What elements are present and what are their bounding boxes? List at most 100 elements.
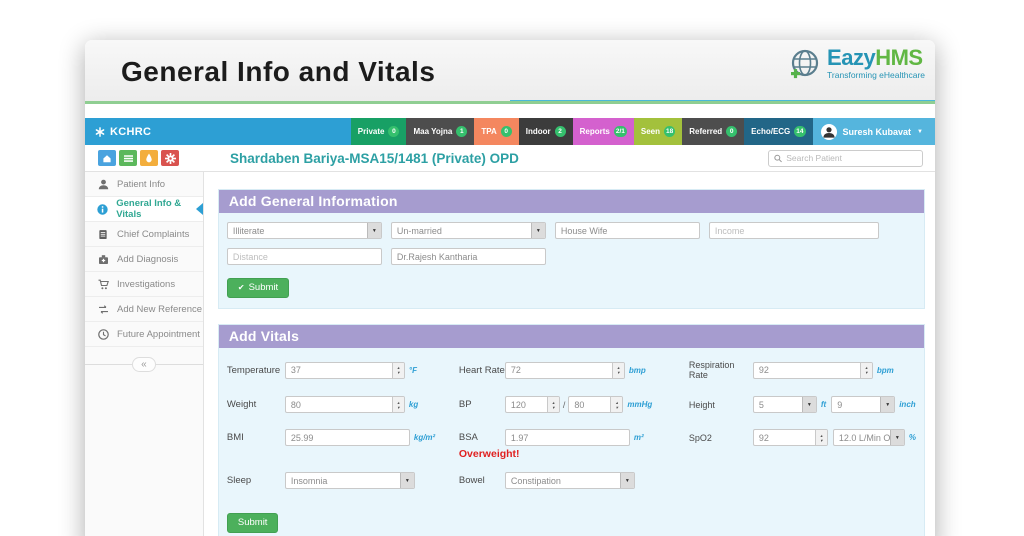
- patient-title: Shardaben Bariya-MSA15/1481 (Private) OP…: [230, 150, 519, 166]
- sidebar-item-add-diagnosis[interactable]: Add Diagnosis: [85, 247, 203, 272]
- chevron-down-icon: ▼: [399, 473, 414, 488]
- bsa-unit: m²: [633, 433, 644, 442]
- bmi-value: 25.99: [290, 432, 314, 443]
- sidebar-item-add-new-reference[interactable]: Add New Reference: [85, 297, 203, 322]
- brand-hms: HMS: [875, 45, 923, 70]
- badge-count: 0: [388, 126, 400, 137]
- education-select[interactable]: Illiterate ▼: [226, 222, 382, 239]
- spo2-input[interactable]: 92 ▴ ▾: [752, 429, 828, 446]
- heart-rate-input[interactable]: 72 ▴ ▾: [504, 361, 625, 379]
- clipboard-icon: [97, 229, 109, 240]
- exchange-icon: [97, 304, 109, 315]
- nav-badge-indoor[interactable]: Indoor 2: [518, 118, 573, 145]
- bsa-input[interactable]: 1.97: [504, 429, 630, 446]
- spo2-oxygen-select[interactable]: 12.0 L/Min Oxy ▼: [832, 429, 905, 446]
- droplet-button[interactable]: [140, 150, 158, 166]
- temperature-input[interactable]: 37 ▴ ▾: [284, 361, 405, 379]
- home-button[interactable]: [98, 150, 116, 166]
- clock-icon: [97, 328, 109, 340]
- referred-by-input[interactable]: Dr.Rajesh Kantharia: [390, 248, 546, 265]
- sidebar-item-general-info-vitals[interactable]: General Info & Vitals: [85, 197, 203, 222]
- sidebar-item-label: Add Diagnosis: [117, 253, 179, 265]
- org-home-link[interactable]: KCHRC: [95, 126, 351, 138]
- income-input[interactable]: Income: [708, 222, 879, 239]
- sidebar-item-chief-complaints[interactable]: Chief Complaints: [85, 222, 203, 247]
- badge-count: 2: [554, 126, 566, 137]
- toolbar: Shardaben Bariya-MSA15/1481 (Private) OP…: [85, 145, 935, 172]
- sidebar-item-label: General Info & Vitals: [116, 198, 182, 220]
- number-spinner[interactable]: ▴ ▾: [391, 397, 404, 412]
- nav-badge-maa-yojna[interactable]: Maa Yojna 1: [406, 118, 475, 145]
- bp-diastolic-input[interactable]: 80 ▴ ▾: [568, 396, 624, 413]
- app-window: General Info and Vitals EazyHMS Transfor…: [85, 40, 935, 536]
- temperature-value: 37: [290, 365, 301, 375]
- search-input[interactable]: [786, 153, 917, 163]
- nav-badge-tpa[interactable]: TPA 0: [474, 118, 519, 145]
- number-spinner[interactable]: ▴ ▾: [859, 362, 872, 378]
- chevron-down-icon: ▼: [880, 397, 895, 412]
- number-spinner[interactable]: ▴ ▾: [546, 397, 559, 412]
- settings-button[interactable]: [161, 150, 179, 166]
- spo2-unit: %: [908, 433, 916, 442]
- sidebar-item-patient-info[interactable]: Patient Info: [85, 172, 203, 197]
- check-icon: ✔: [237, 283, 245, 292]
- collapse-sidebar-button[interactable]: «: [132, 357, 156, 372]
- vital-bp: BP 120 ▴ ▾ / 80 ▴ ▾ mmHg: [459, 396, 689, 413]
- search-icon: [774, 154, 782, 162]
- height-feet-select[interactable]: 5 ▼: [752, 396, 817, 413]
- sleep-select[interactable]: Insomnia ▼: [284, 472, 415, 489]
- marital-status-select[interactable]: Un-married ▼: [390, 222, 546, 239]
- sidebar-item-future-appointment[interactable]: Future Appointment: [85, 322, 203, 347]
- vitals-submit-button[interactable]: Submit: [226, 513, 279, 533]
- chevron-down-icon: ▼: [530, 223, 545, 238]
- nav-badge-referred[interactable]: Referred 0: [682, 118, 745, 145]
- nav-badge-echo-ecg[interactable]: Echo/ECG 14: [744, 118, 813, 145]
- user-menu[interactable]: Suresh Kubavat ▼: [812, 118, 935, 145]
- number-spinner[interactable]: ▴ ▾: [391, 362, 404, 378]
- chevron-down-icon: ▼: [917, 128, 923, 135]
- badge-label: TPA: [481, 127, 497, 136]
- weight-value: 80: [290, 399, 301, 410]
- badge-count: 0: [726, 126, 738, 137]
- home-icon: [103, 154, 111, 162]
- bp-separator: /: [562, 399, 566, 410]
- page-title: General Info and Vitals: [121, 56, 436, 87]
- badge-label: Indoor: [525, 127, 551, 136]
- brand-tagline: Transforming eHealthcare: [827, 70, 925, 80]
- weight-label: Weight: [226, 399, 257, 410]
- occupation-input[interactable]: House Wife: [554, 222, 700, 239]
- sidebar-collapse: «: [85, 357, 203, 372]
- bmi-input[interactable]: 25.99: [284, 429, 410, 446]
- distance-input[interactable]: Distance: [226, 248, 382, 265]
- respiration-rate-input[interactable]: 92 ▴ ▾: [752, 361, 873, 379]
- quick-actions: [85, 150, 215, 166]
- patient-search[interactable]: [768, 149, 923, 167]
- heart-rate-label: Heart Rate: [458, 364, 505, 376]
- number-spinner[interactable]: ▴ ▾: [611, 362, 624, 378]
- page: General Info and Vitals EazyHMS Transfor…: [0, 0, 1024, 536]
- menu-icon: [123, 154, 133, 162]
- nav-badge-private[interactable]: Private 0: [350, 118, 407, 145]
- sidebar-item-investigations[interactable]: Investigations: [85, 272, 203, 297]
- chevron-down-icon: ▼: [366, 223, 381, 238]
- badge-count: 1: [456, 126, 468, 137]
- spo2-value: 92: [758, 432, 769, 443]
- number-spinner[interactable]: ▴ ▾: [610, 397, 623, 412]
- droplet-icon: [146, 153, 152, 163]
- cart-icon: [97, 279, 109, 290]
- heart-rate-unit: bmp: [628, 365, 646, 375]
- temperature-label: Temperature: [226, 364, 281, 376]
- bp-systolic-input[interactable]: 120 ▴ ▾: [504, 396, 560, 413]
- user-icon: [97, 179, 109, 190]
- brand-logo: EazyHMS Transforming eHealthcare: [788, 47, 925, 83]
- number-spinner[interactable]: ▴ ▾: [814, 430, 827, 445]
- chevron-down-icon: ▼: [889, 430, 904, 445]
- nav-badge-reports[interactable]: Reports 2/1: [572, 118, 634, 145]
- general-info-submit-button[interactable]: ✔ Submit: [226, 278, 290, 298]
- menu-button[interactable]: [119, 150, 137, 166]
- bowel-select[interactable]: Constipation ▼: [504, 472, 635, 489]
- weight-input[interactable]: 80 ▴ ▾: [284, 396, 405, 413]
- nav-badge-seen[interactable]: Seen 18: [633, 118, 683, 145]
- height-inches-select[interactable]: 9 ▼: [831, 396, 896, 413]
- vital-respiration-rate: Respiration Rate 92 ▴ ▾ bpm: [689, 360, 916, 380]
